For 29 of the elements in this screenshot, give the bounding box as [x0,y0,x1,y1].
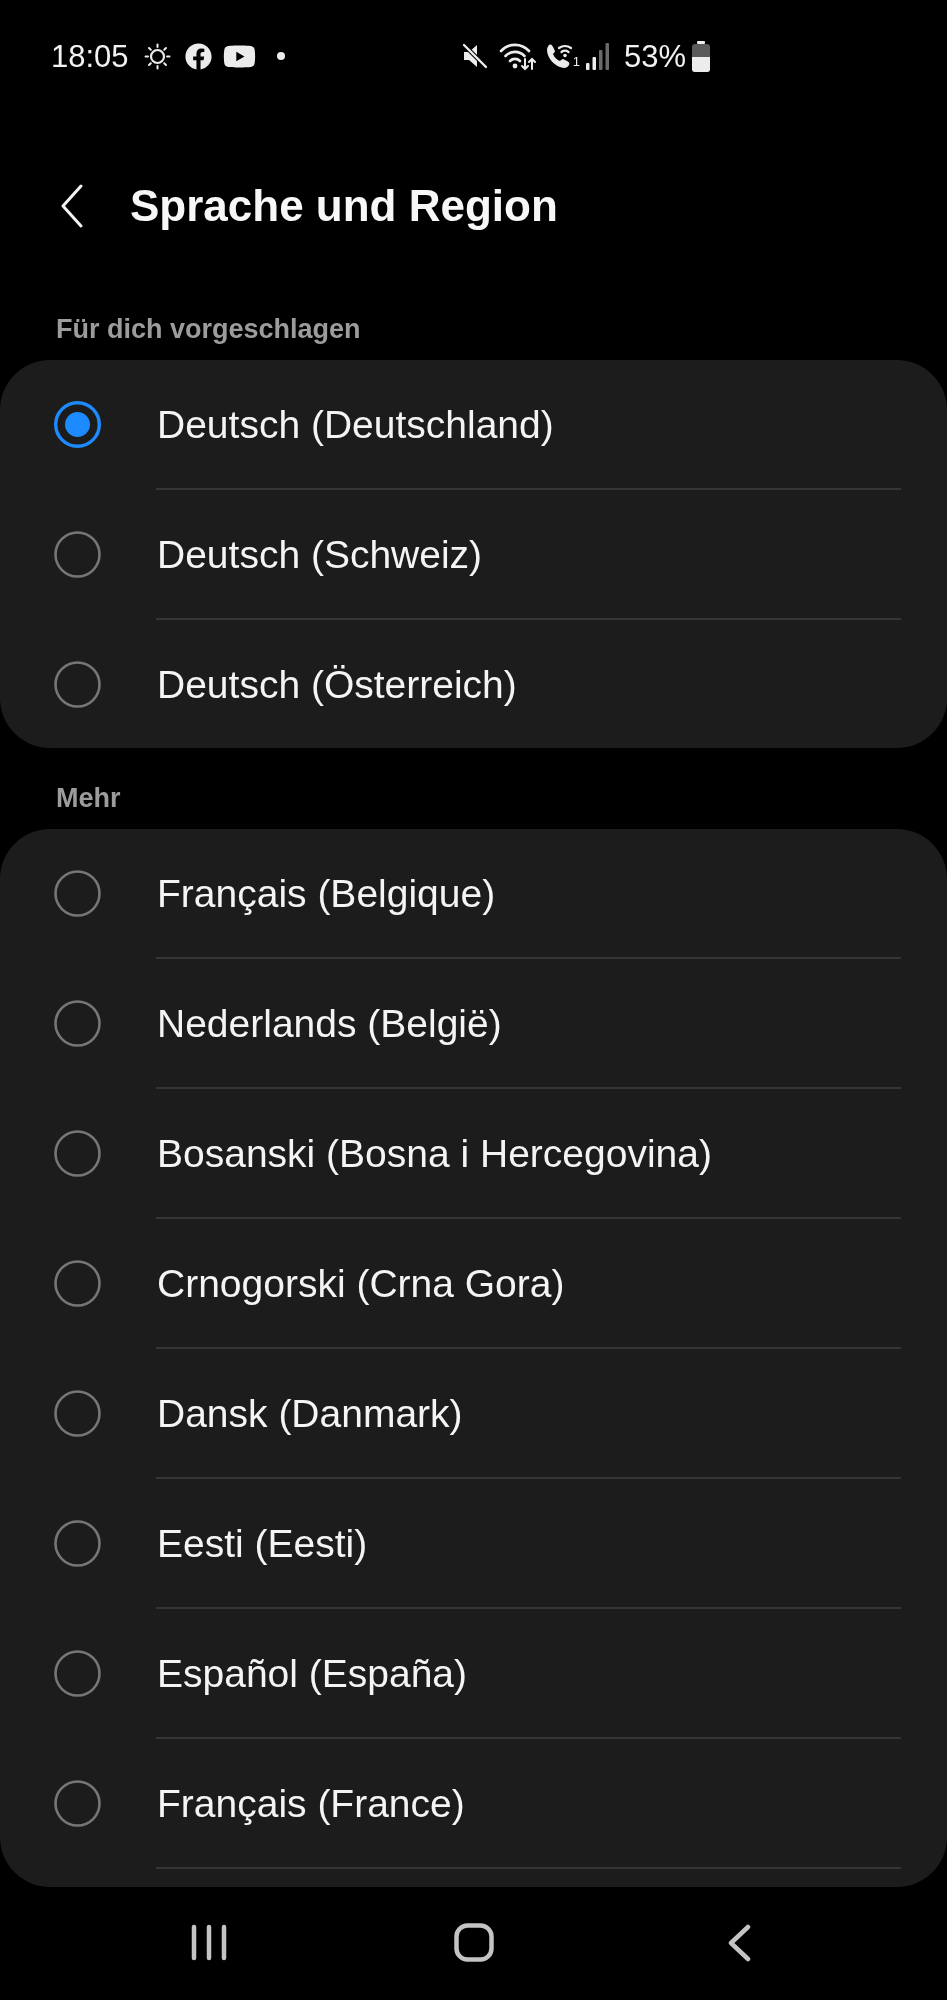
battery-percent: 53% [623,40,686,72]
section-header: Für dich vorgeschlagen [56,314,362,344]
status-time: 18:05 [51,40,129,72]
language-option[interactable]: Español (España) [0,1609,947,1737]
mute-icon [460,42,489,70]
notification-dot-icon [276,52,285,60]
signal-strength-icon [585,42,610,70]
recent-apps-icon[interactable] [190,1924,227,1961]
language-option[interactable]: Crnogorski (Crna Gora) [0,1219,947,1347]
page-title: Sprache und Region [130,184,558,228]
wifi-icon [498,41,536,71]
language-option[interactable]: Français (France) [0,1739,947,1867]
language-option[interactable]: Deutsch (Schweiz) [0,490,947,618]
sim-slot-number: 1 [572,54,580,68]
facebook-logo-icon [184,42,212,70]
battery-icon [691,40,711,72]
language-option[interactable]: Deutsch (Deutschland) [0,360,947,488]
section-header: Mehr [56,783,122,813]
wifi-calling-icon [544,42,573,70]
back-icon[interactable] [726,1923,751,1962]
home-icon[interactable] [453,1923,494,1962]
language-option[interactable]: Dansk (Danmark) [0,1349,947,1477]
sun-icon [143,42,171,70]
back-icon[interactable] [60,184,84,228]
language-option[interactable]: Bosanski (Bosna i Hercegovina) [0,1089,947,1217]
language-option[interactable]: Eesti (Eesti) [0,1479,947,1607]
language-option[interactable]: Deutsch (Österreich) [0,620,947,748]
language-option[interactable]: Nederlands (België) [0,959,947,1087]
language-option[interactable]: Français (Belgique) [0,829,947,957]
